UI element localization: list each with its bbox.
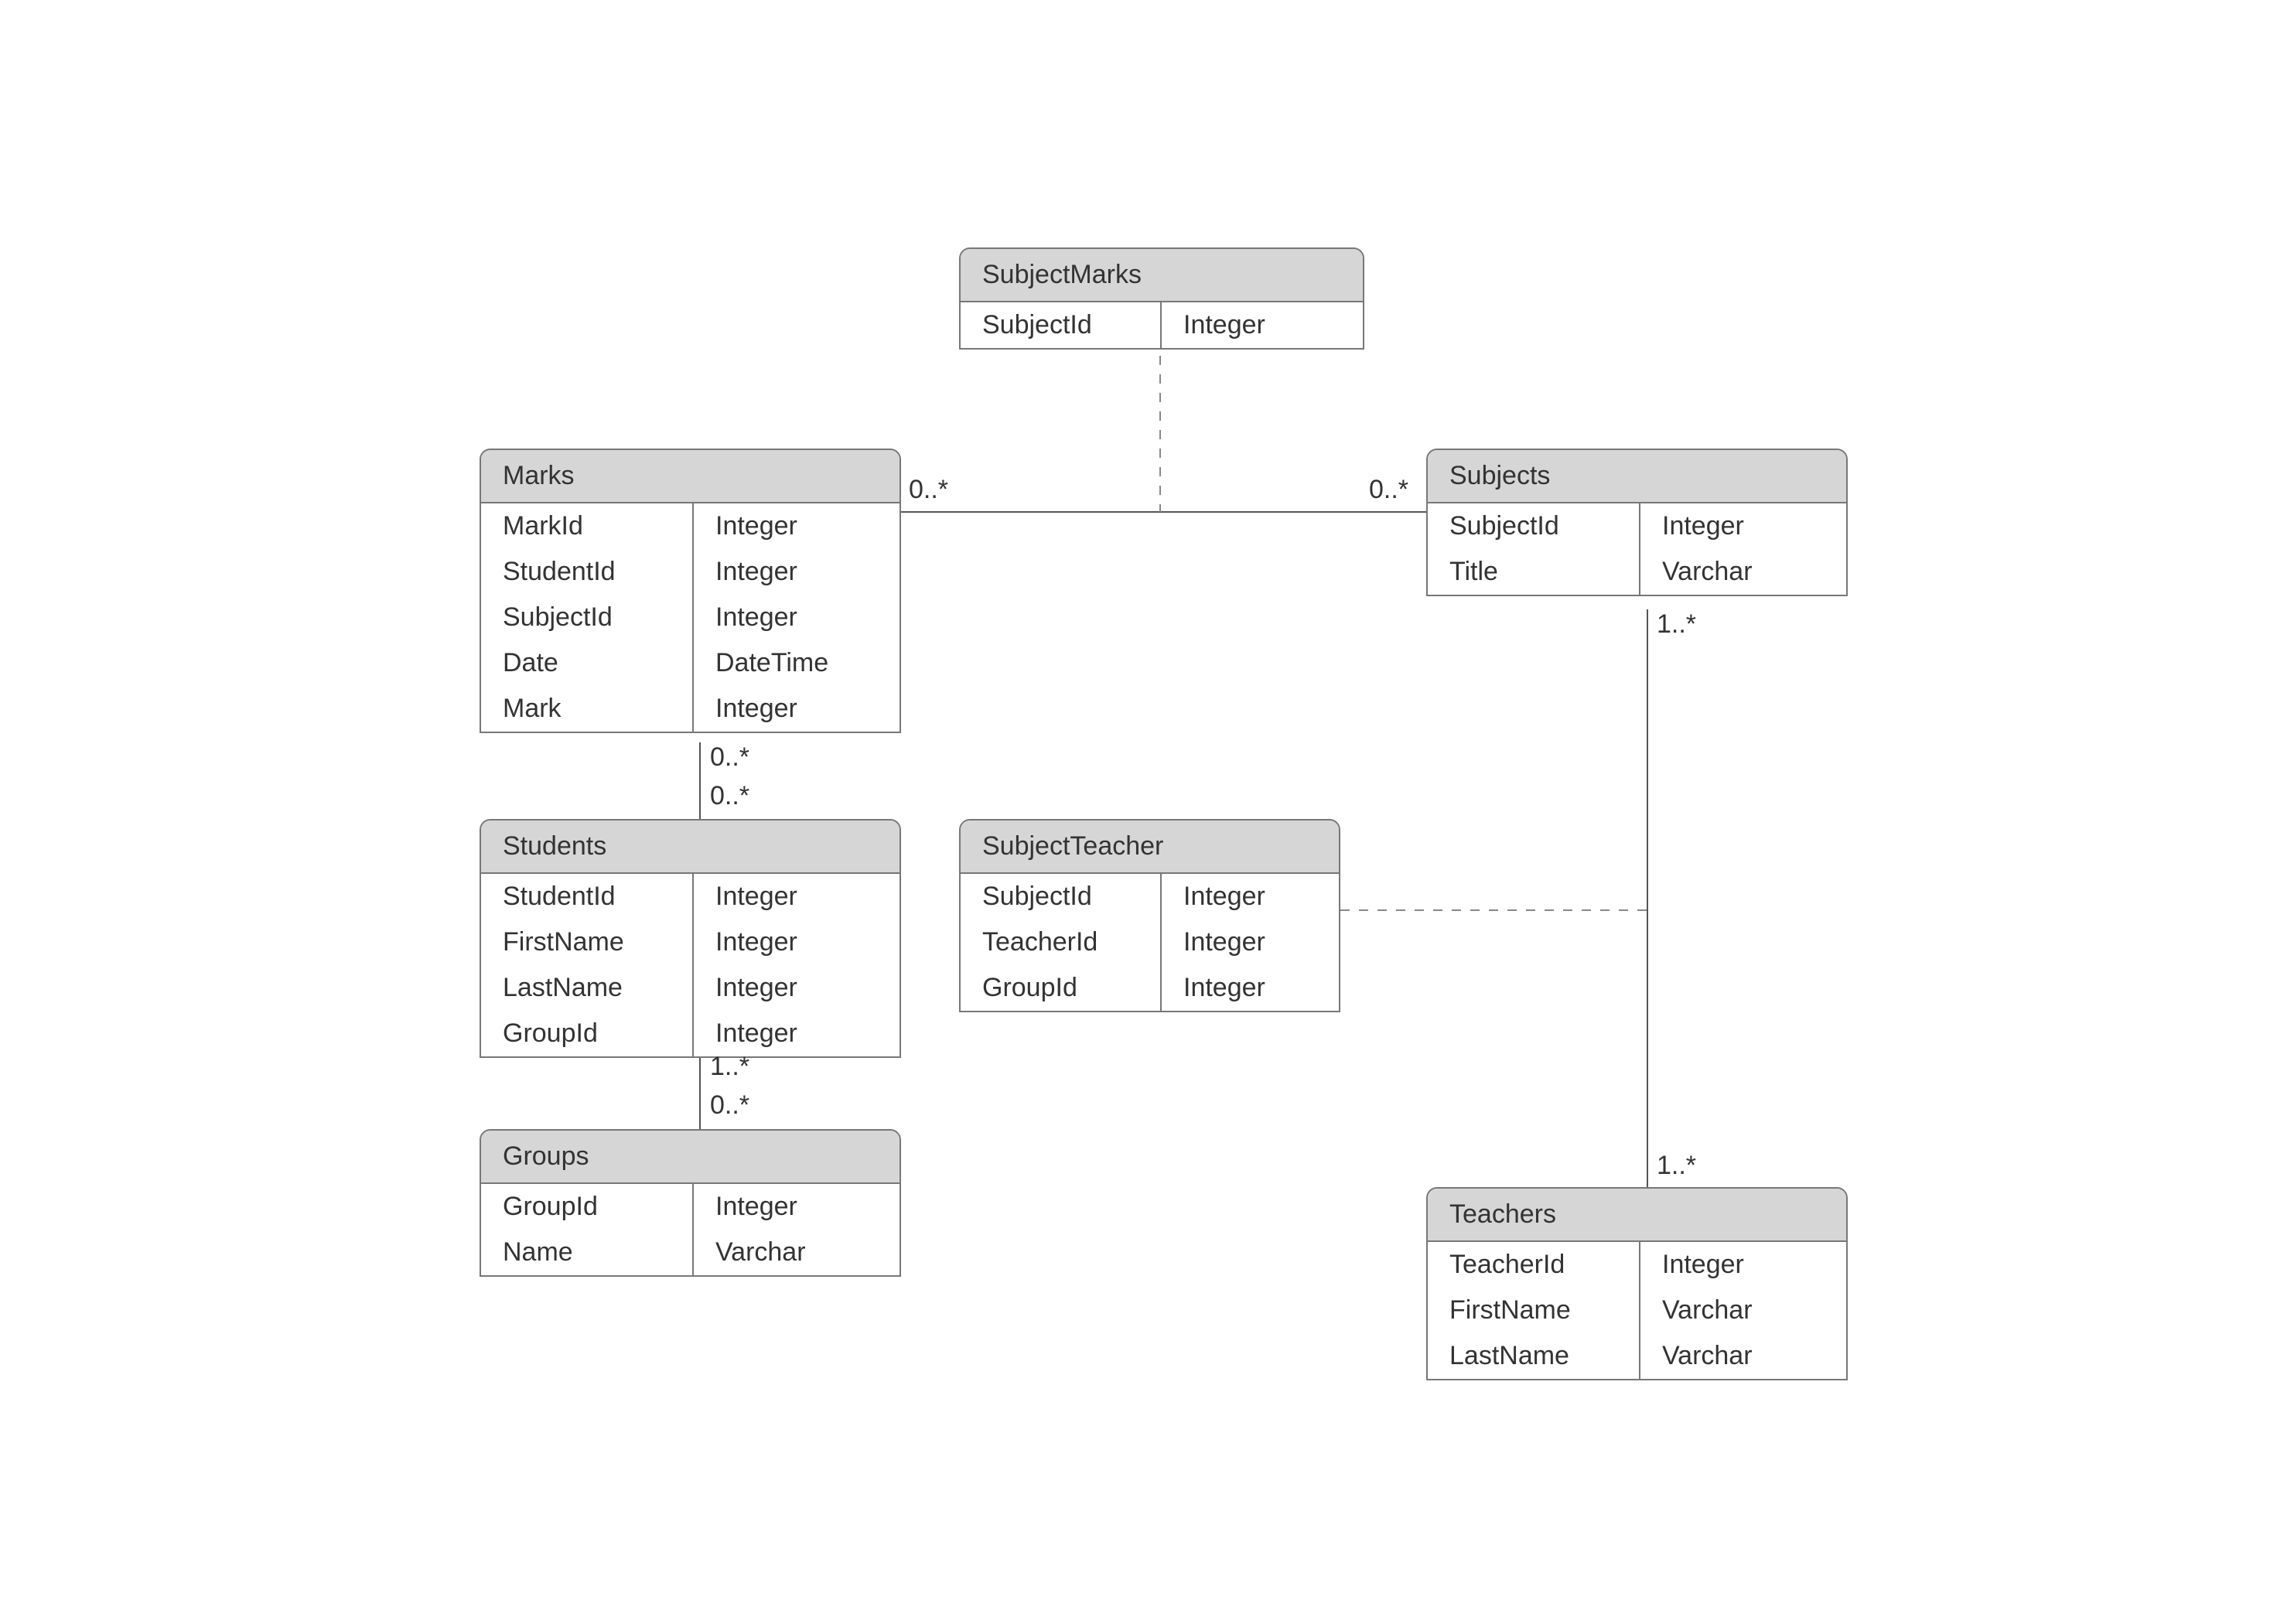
entity-title: Marks (481, 450, 900, 503)
multiplicity-label: 0..* (909, 475, 948, 505)
table-row: GroupId Integer (481, 1011, 900, 1056)
attr-type: Integer (694, 1184, 900, 1230)
entity-title: SubjectTeacher (961, 821, 1339, 874)
table-row: SubjectId Integer (1428, 503, 1846, 549)
diagram-connectors (0, 0, 2294, 1624)
table-row: MarkId Integer (481, 503, 900, 549)
entity-title: Subjects (1428, 450, 1846, 503)
attr-name: FirstName (1428, 1288, 1640, 1333)
table-row: Title Varchar (1428, 549, 1846, 595)
multiplicity-label: 1..* (1657, 1151, 1696, 1181)
attr-type: Integer (694, 1011, 900, 1056)
attr-name: SubjectId (1428, 503, 1640, 549)
attr-name: GroupId (481, 1184, 694, 1230)
attr-name: FirstName (481, 919, 694, 965)
table-row: SubjectId Integer (961, 874, 1339, 919)
attr-type: Integer (694, 919, 900, 965)
attr-type: Integer (694, 686, 900, 732)
table-row: LastName Varchar (1428, 1333, 1846, 1379)
table-row: Date DateTime (481, 640, 900, 686)
attr-type: Integer (694, 549, 900, 595)
attr-type: DateTime (694, 640, 900, 686)
attr-type: Integer (1162, 965, 1339, 1011)
multiplicity-label: 0..* (710, 1090, 749, 1121)
table-row: StudentId Integer (481, 549, 900, 595)
attr-type: Integer (1162, 302, 1363, 348)
attr-type: Integer (694, 595, 900, 640)
entity-students: Students StudentId Integer FirstName Int… (480, 819, 901, 1058)
attr-name: SubjectId (961, 874, 1162, 919)
attr-name: MarkId (481, 503, 694, 549)
entity-groups: Groups GroupId Integer Name Varchar (480, 1129, 901, 1277)
attr-name: TeacherId (961, 919, 1162, 965)
entity-subjects: Subjects SubjectId Integer Title Varchar (1426, 449, 1848, 596)
attr-type: Varchar (1640, 1333, 1846, 1379)
table-row: StudentId Integer (481, 874, 900, 919)
attr-type: Integer (1162, 919, 1339, 965)
entity-title: Students (481, 821, 900, 874)
attr-type: Integer (694, 874, 900, 919)
attr-name: LastName (1428, 1333, 1640, 1379)
entity-title: Teachers (1428, 1189, 1846, 1242)
attr-type: Varchar (1640, 549, 1846, 595)
table-row: LastName Integer (481, 965, 900, 1011)
entity-marks: Marks MarkId Integer StudentId Integer S… (480, 449, 901, 733)
table-row: FirstName Integer (481, 919, 900, 965)
attr-type: Integer (694, 503, 900, 549)
attr-type: Integer (694, 965, 900, 1011)
table-row: SubjectId Integer (481, 595, 900, 640)
attr-name: Name (481, 1230, 694, 1275)
table-row: GroupId Integer (961, 965, 1339, 1011)
entity-teachers: Teachers TeacherId Integer FirstName Var… (1426, 1187, 1848, 1380)
multiplicity-label: 1..* (710, 1052, 749, 1082)
attr-name: TeacherId (1428, 1242, 1640, 1288)
attr-name: Title (1428, 549, 1640, 595)
table-row: TeacherId Integer (1428, 1242, 1846, 1288)
attr-name: StudentId (481, 874, 694, 919)
attr-name: GroupId (961, 965, 1162, 1011)
table-row: TeacherId Integer (961, 919, 1339, 965)
attr-type: Integer (1640, 1242, 1846, 1288)
table-row: SubjectId Integer (961, 302, 1363, 348)
multiplicity-label: 1..* (1657, 609, 1696, 640)
attr-name: GroupId (481, 1011, 694, 1056)
attr-name: Mark (481, 686, 694, 732)
attr-name: LastName (481, 965, 694, 1011)
multiplicity-label: 0..* (710, 781, 749, 811)
entity-subjectteacher: SubjectTeacher SubjectId Integer Teacher… (959, 819, 1340, 1012)
table-row: GroupId Integer (481, 1184, 900, 1230)
entity-title: SubjectMarks (961, 249, 1363, 302)
table-row: Mark Integer (481, 686, 900, 732)
entity-title: Groups (481, 1131, 900, 1184)
multiplicity-label: 0..* (710, 742, 749, 773)
attr-type: Varchar (1640, 1288, 1846, 1333)
attr-name: Date (481, 640, 694, 686)
attr-name: StudentId (481, 549, 694, 595)
attr-name: SubjectId (481, 595, 694, 640)
entity-subjectmarks: SubjectMarks SubjectId Integer (959, 247, 1364, 350)
attr-type: Integer (1162, 874, 1339, 919)
table-row: FirstName Varchar (1428, 1288, 1846, 1333)
multiplicity-label: 0..* (1369, 475, 1408, 505)
attr-type: Varchar (694, 1230, 900, 1275)
attr-type: Integer (1640, 503, 1846, 549)
table-row: Name Varchar (481, 1230, 900, 1275)
attr-name: SubjectId (961, 302, 1162, 348)
